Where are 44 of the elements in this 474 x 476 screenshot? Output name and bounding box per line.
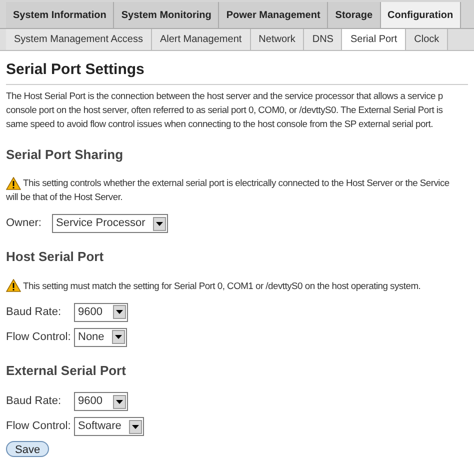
sub-tab[interactable]: DNS xyxy=(304,29,342,50)
dropdown[interactable]: Software xyxy=(74,417,144,436)
main-tab[interactable]: System Information xyxy=(6,2,114,28)
field-label: Flow Control: xyxy=(6,419,72,434)
description-text: same speed to avoid flow control issues when connecting to the host console from the SP external serial port. xyxy=(6,116,433,130)
sub-tab[interactable]: System Management Access xyxy=(6,29,152,50)
sub-tab[interactable]: Clock xyxy=(406,29,448,50)
warning-text: This setting controls whether the external serial port is electrically connected to the Host Server or the Service xyxy=(23,176,450,190)
caret-icon xyxy=(113,394,126,408)
section-heading: External Serial Port xyxy=(6,362,127,380)
field-label: Flow Control: xyxy=(6,330,72,345)
section-heading: Host Serial Port xyxy=(6,248,105,266)
field-label: Owner: xyxy=(6,216,42,232)
caret-icon xyxy=(113,305,126,319)
save-button[interactable]: Save xyxy=(6,441,50,457)
main-tab[interactable]: System Monitoring xyxy=(114,2,220,28)
page-title: Serial Port Settings xyxy=(6,59,468,84)
section-heading: Serial Port Sharing xyxy=(6,146,124,164)
field-label: Baud Rate: xyxy=(6,304,62,320)
dropdown[interactable]: 9600 xyxy=(74,302,128,322)
dropdown-value: 9600 xyxy=(78,304,104,320)
dropdown-value: None xyxy=(78,330,106,345)
dropdown-value: Service Processor xyxy=(56,216,146,232)
main-tab[interactable]: Power Management xyxy=(219,2,328,28)
warning-text: will be that of the Host Server. xyxy=(6,190,123,204)
dropdown[interactable]: None xyxy=(74,328,128,346)
main-tab[interactable]: Storage xyxy=(328,2,381,28)
dropdown[interactable]: Service Processor xyxy=(52,214,168,233)
sub-tab[interactable]: Serial Port xyxy=(342,29,406,50)
caret-icon xyxy=(112,330,126,344)
warning-text: This setting must match the setting for Serial Port 0, COM1 or /devttyS0 on the host operating system. xyxy=(23,278,421,292)
dropdown-value: Software xyxy=(78,419,122,434)
description-text: console port on the host server, often referred to as serial port 0, COM0, or /devttyS0. The External Serial Port is xyxy=(6,102,443,116)
field-label: Baud Rate: xyxy=(6,394,62,410)
dropdown-value: 9600 xyxy=(78,394,104,410)
sub-tab[interactable]: Alert Management xyxy=(152,29,251,50)
sub-tab[interactable]: Network xyxy=(250,29,304,50)
caret-icon xyxy=(153,216,166,230)
description-text: The Host Serial Port is the connection between the host server and the service processor that allows a service p xyxy=(6,88,443,102)
caret-icon xyxy=(129,420,142,434)
main-tab[interactable]: Configuration xyxy=(380,2,462,28)
warning-icon xyxy=(6,176,21,190)
dropdown[interactable]: 9600 xyxy=(74,392,128,411)
warning-icon xyxy=(6,279,21,292)
